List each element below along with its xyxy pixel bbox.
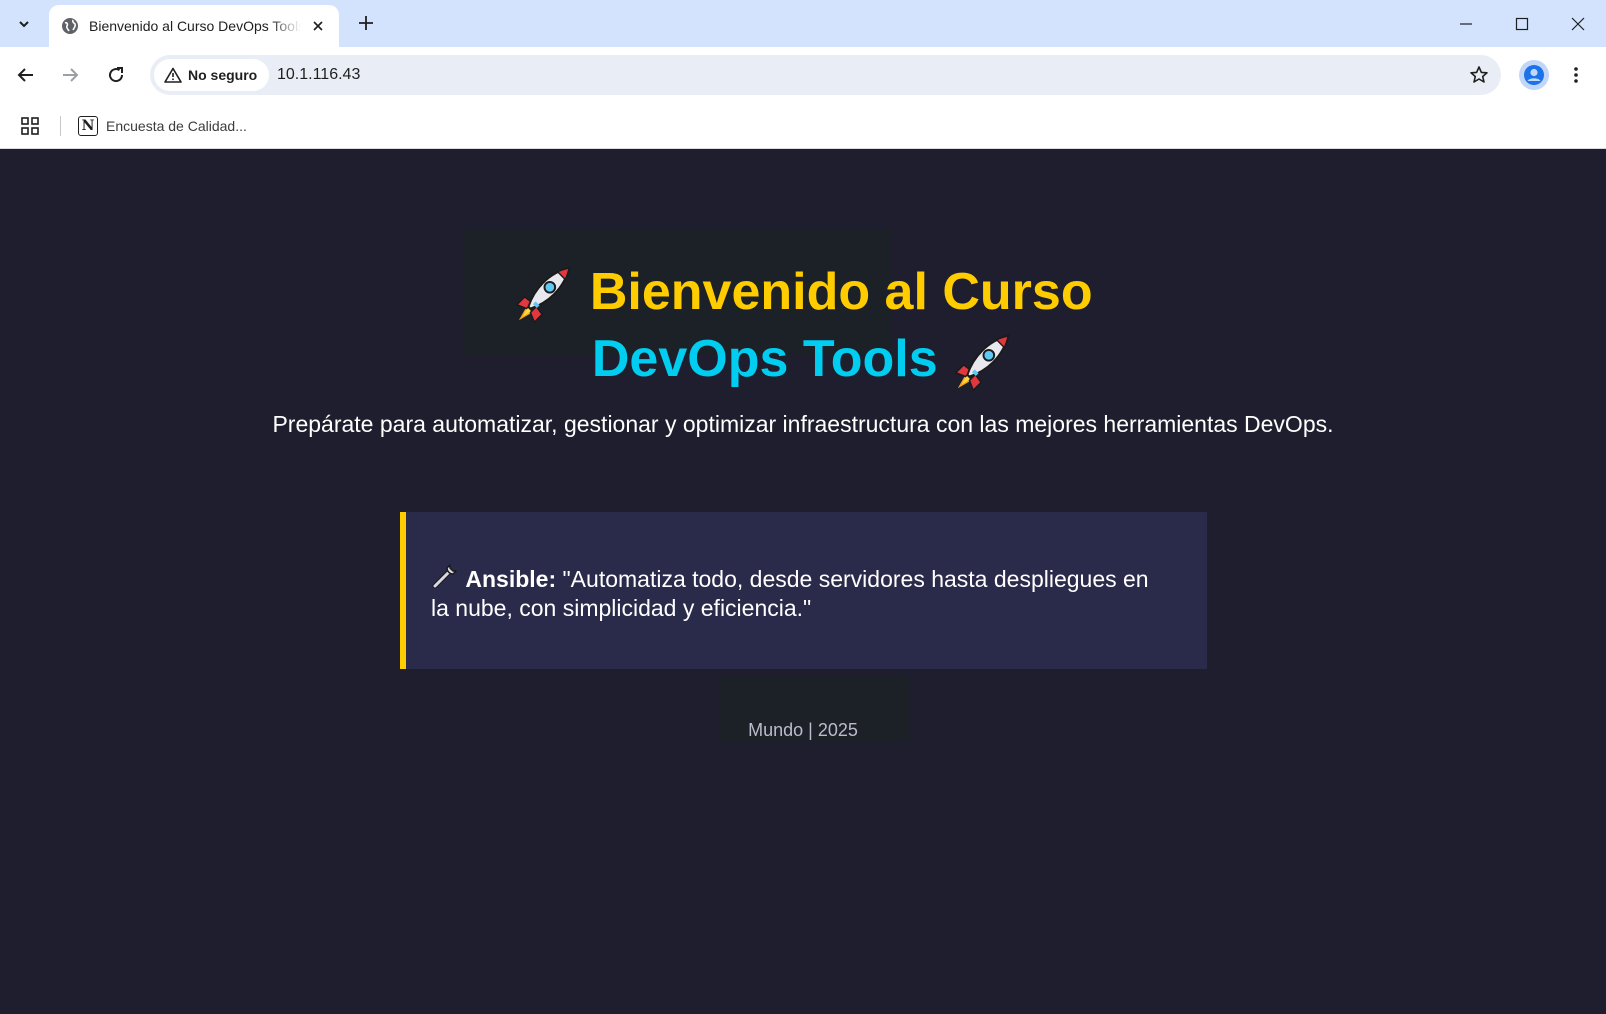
browser-toolbar: No seguro 10.1.116.43	[0, 47, 1606, 103]
bookmark-label: Encuesta de Calidad...	[106, 118, 247, 134]
plus-icon	[359, 16, 373, 30]
title-line-1-text: Bienvenido al Curso	[589, 263, 1093, 321]
arrow-left-icon	[17, 68, 33, 82]
title-line-2-text: DevOps Tools	[591, 330, 938, 389]
page-subtitle: Prepárate para automatizar, gestionar y …	[272, 411, 1334, 437]
profile-button[interactable]	[1519, 60, 1549, 90]
warning-icon	[164, 67, 182, 83]
tab-close-button[interactable]	[307, 15, 329, 37]
apps-grid-icon	[21, 117, 39, 135]
minimize-button[interactable]	[1438, 0, 1494, 47]
security-chip[interactable]: No seguro	[154, 59, 270, 91]
globe-icon	[61, 17, 79, 35]
back-button[interactable]	[8, 57, 44, 93]
chevron-down-icon	[19, 21, 29, 28]
notion-icon: N	[78, 116, 98, 136]
quote-text: Ansible: "Automatiza todo, desde servido…	[431, 562, 1171, 623]
tab-strip: Bienvenido al Curso DevOps Tools	[0, 0, 1606, 47]
tab-search-button[interactable]	[8, 8, 40, 40]
close-window-button[interactable]	[1550, 0, 1606, 47]
rocket-icon	[954, 333, 1011, 392]
bookmarks-divider	[60, 116, 61, 136]
avatar-icon	[1524, 65, 1544, 85]
reload-icon	[109, 67, 124, 83]
new-tab-button[interactable]	[352, 9, 380, 37]
tab-title: Bienvenido al Curso DevOps Tools	[89, 18, 301, 34]
active-tab[interactable]: Bienvenido al Curso DevOps Tools	[49, 5, 339, 47]
browser-menu-button[interactable]	[1562, 61, 1590, 89]
bookmark-star-button[interactable]	[1467, 63, 1491, 87]
bookmark-item[interactable]: N Encuesta de Calidad...	[78, 112, 247, 140]
security-label: No seguro	[188, 67, 258, 83]
more-vertical-icon	[1574, 67, 1578, 83]
close-icon	[1571, 17, 1585, 30]
reload-button[interactable]	[98, 57, 134, 93]
quote-tool-name: Ansible:	[465, 566, 557, 592]
rocket-icon	[515, 266, 572, 325]
close-icon	[313, 21, 323, 31]
maximize-icon	[1515, 17, 1529, 30]
page-footer: Mundo | 2025	[748, 720, 858, 740]
address-bar[interactable]: No seguro 10.1.116.43	[150, 55, 1501, 95]
url-text[interactable]: 10.1.116.43	[277, 55, 360, 95]
title-line-2: DevOps Tools	[591, 330, 1014, 392]
title-line-1: Bienvenido al Curso	[513, 263, 1093, 325]
quote-card: Ansible: "Automatiza todo, desde servido…	[400, 512, 1207, 669]
apps-button[interactable]	[18, 114, 42, 138]
maximize-button[interactable]	[1494, 0, 1550, 47]
wrench-icon	[432, 564, 457, 589]
page-title: Bienvenido al Curso DevOps Tools	[0, 259, 1606, 394]
forward-button[interactable]	[52, 57, 88, 93]
minimize-icon	[1460, 22, 1472, 25]
page-content: Bienvenido al Curso DevOps Tools Prepára…	[0, 149, 1606, 1014]
arrow-right-icon	[63, 68, 79, 82]
bookmarks-bar: N Encuesta de Calidad...	[0, 103, 1606, 149]
star-icon	[1470, 66, 1488, 83]
